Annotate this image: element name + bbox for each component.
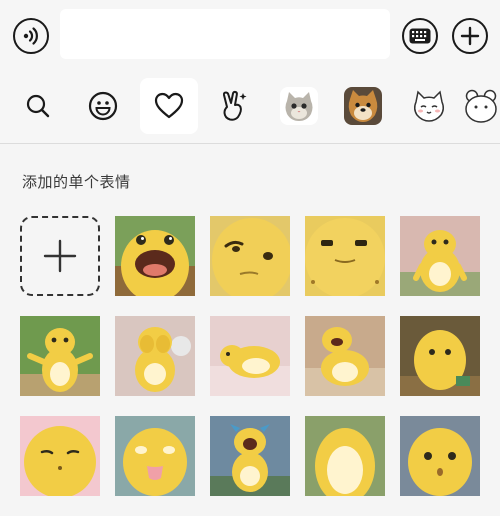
emoji-category-tabs	[0, 72, 500, 144]
tab-sticker-dog[interactable]	[334, 78, 392, 134]
yellow-creature-sticker	[305, 216, 385, 296]
tab-search[interactable]	[9, 78, 67, 134]
sticker-item[interactable]	[115, 416, 195, 496]
yellow-creature-sticker	[20, 416, 100, 496]
yellow-creature-sticker	[115, 316, 195, 396]
yellow-creature-sticker	[210, 316, 290, 396]
tab-gesture[interactable]	[204, 78, 262, 134]
smile-icon	[88, 91, 118, 121]
sticker-item[interactable]	[210, 216, 290, 296]
yellow-creature-sticker	[115, 216, 195, 296]
sticker-item[interactable]	[115, 216, 195, 296]
peace-hand-icon	[222, 90, 247, 121]
yellow-creature-sticker	[210, 416, 290, 496]
bear-sticker	[462, 87, 500, 125]
plus-icon	[460, 26, 480, 46]
sticker-item[interactable]	[305, 416, 385, 496]
search-icon	[26, 94, 50, 118]
tab-sticker-white-cat[interactable]	[400, 78, 458, 134]
sticker-item[interactable]	[210, 316, 290, 396]
voice-input-button[interactable]	[13, 18, 49, 54]
keyboard-icon	[409, 28, 431, 44]
sticker-item[interactable]	[305, 216, 385, 296]
sticker-item[interactable]	[305, 316, 385, 396]
more-functions-button[interactable]	[452, 18, 488, 54]
sticker-item[interactable]	[115, 316, 195, 396]
sticker-item[interactable]	[20, 416, 100, 496]
yellow-creature-sticker	[400, 316, 480, 396]
sticker-item[interactable]	[400, 416, 480, 496]
section-title: 添加的单个表情	[22, 174, 131, 191]
voice-waves-icon	[23, 27, 38, 45]
tab-sticker-more[interactable]	[462, 78, 500, 134]
white-cat-sticker	[410, 87, 448, 125]
yellow-creature-sticker	[305, 316, 385, 396]
chat-input-bar	[0, 0, 500, 72]
plus-icon	[43, 239, 77, 273]
yellow-creature-sticker	[305, 416, 385, 496]
heart-icon	[154, 92, 184, 119]
tab-emoji[interactable]	[74, 78, 132, 134]
yellow-creature-sticker	[400, 216, 480, 296]
sticker-item[interactable]	[210, 416, 290, 496]
yellow-creature-sticker	[115, 416, 195, 496]
sticker-item[interactable]	[400, 316, 480, 396]
add-sticker-button[interactable]	[20, 216, 100, 296]
shiba-sticker	[344, 87, 382, 125]
yellow-creature-sticker	[20, 316, 100, 396]
keyboard-button[interactable]	[402, 18, 438, 54]
tab-favorites[interactable]	[140, 78, 198, 134]
sticker-item[interactable]	[20, 316, 100, 396]
cat-sticker	[280, 87, 318, 125]
yellow-creature-sticker	[210, 216, 290, 296]
sticker-item[interactable]	[400, 216, 480, 296]
tab-sticker-cat[interactable]	[270, 78, 328, 134]
yellow-creature-sticker	[400, 416, 480, 496]
message-input[interactable]	[60, 9, 390, 59]
